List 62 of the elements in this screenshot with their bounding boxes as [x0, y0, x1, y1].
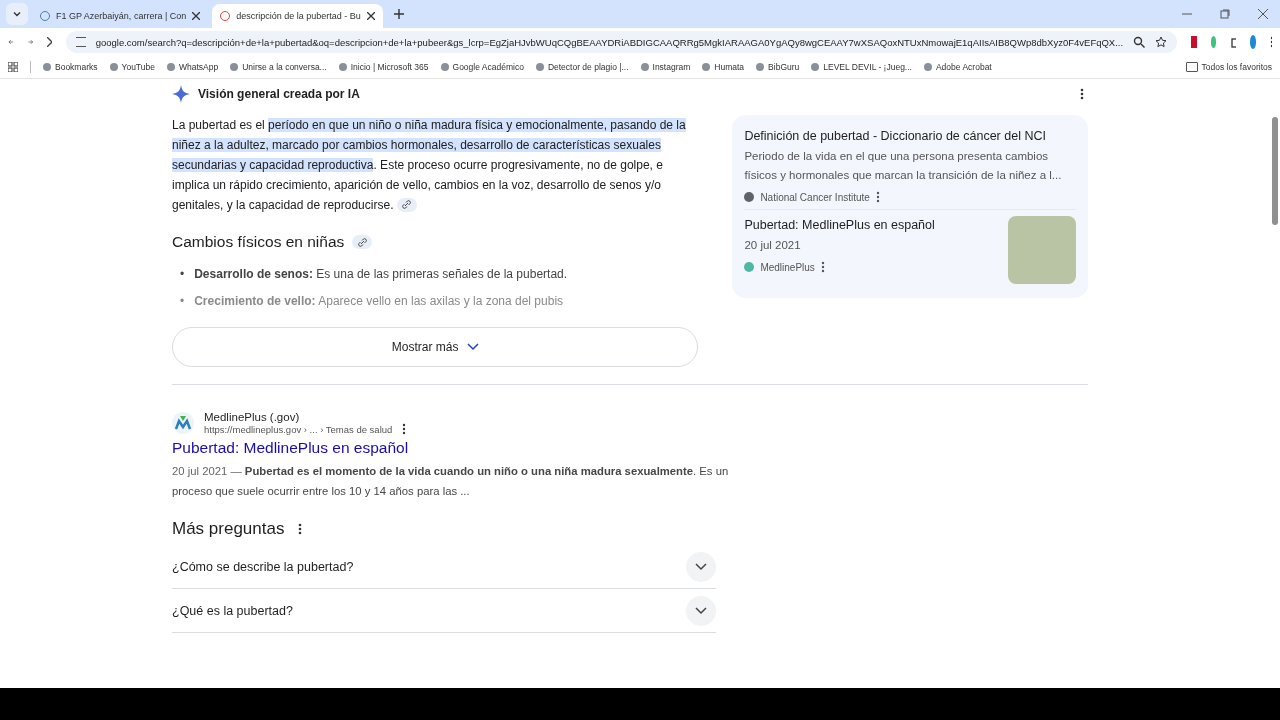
section-heading: Cambios físicos en niñas — [172, 233, 345, 251]
sparkle-icon — [172, 85, 190, 103]
bookmark-link[interactable]: Inicio | Microsoft 365 — [338, 62, 429, 72]
result-snippet: 20 jul 2021 — Pubertad es el momento de la vida cuando un niño o una niña madura sexualmente. Es un proceso que suele ocurrir entre los 10 y 14 años para las ... — [172, 464, 730, 499]
question-item[interactable]: ¿Qué es la pubertad? — [172, 589, 716, 633]
more-options-icon[interactable] — [402, 423, 407, 435]
star-icon — [1155, 36, 1168, 48]
bullet-mark: • — [180, 266, 185, 283]
all-bookmarks-link[interactable]: Todos los favoritos — [1185, 62, 1272, 72]
browser-tab[interactable]: descripción de la pubertad - Bu — [212, 4, 383, 28]
new-tab-icon[interactable] — [392, 8, 405, 20]
scrollbar-thumb[interactable] — [1272, 117, 1278, 225]
site-logo-icon — [744, 192, 755, 202]
close-tab-icon[interactable] — [192, 12, 201, 20]
bullet-mark: • — [180, 293, 185, 310]
source-title[interactable]: Pubertad: MedlinePlus en español — [744, 216, 1000, 234]
source-snippet: Periodo de la vida en el que una persona presenta cambios físicos y hormonales que marcan la transición de la niñez a l... — [744, 149, 1063, 183]
result-link[interactable]: Pubertad: MedlinePlus en español — [172, 439, 732, 457]
address-field[interactable]: google.com/search?q=descripción+de+la+pubertad&oq=descripcion+de+la+pubeer&gs_lcrp=EgZjaHJvbWUqCQgBEAAYDRiABDIGCAAQRRg5MgkIARAAGA0YgAQy8wgCEAAY7wXSAQoxNTUxNmowajE1qAIIsAIB8QWp8dbXyz0F4vEFqQX... — [65, 31, 1178, 53]
apps-grid-icon[interactable] — [8, 62, 18, 72]
close-icon[interactable] — [1258, 9, 1268, 19]
more-options-icon[interactable] — [820, 261, 825, 273]
bookmark-link[interactable]: Unirse a la conversa... — [230, 62, 327, 72]
site-logo-icon — [172, 412, 194, 434]
more-options-icon[interactable] — [298, 523, 303, 535]
result-url: https://medlineplus.gov › ... › Temas de salud — [204, 423, 393, 435]
section-heading: Más preguntas — [172, 519, 285, 539]
more-options-icon[interactable] — [875, 191, 880, 203]
close-tab-icon[interactable] — [366, 12, 375, 20]
restore-icon[interactable] — [1220, 9, 1230, 19]
overview-paragraph: La pubertad es el período en que un niño o niña madura física y emocionalmente, pasando de la niñez a la adultez, marcado por cambios hormonales, desarrollo de características sexuales secundarias y capacidad reproductiva. Este proceso ocurre progresivamente, no de golpe, e implica un rápido crecimiento, aparición de vello, cambios en la voz, desarrollo de senos y/o genitales, y la capacidad de reproducirse. — [172, 117, 687, 214]
site-name: MedlinePlus (.gov) — [204, 411, 301, 423]
bookmark-link[interactable]: BibGuru — [756, 62, 800, 72]
source-site: MedlinePlus — [760, 261, 815, 273]
bookmark-link[interactable]: Instagram — [640, 62, 691, 72]
show-more-button[interactable]: Mostrar más — [172, 327, 699, 367]
link-icon[interactable] — [396, 197, 417, 212]
bookmark-link[interactable]: YouTube — [109, 62, 155, 72]
bullet-text: Desarrollo de senos: Es una de las primeras señales de la pubertad. — [194, 266, 568, 283]
profile-avatar[interactable] — [1249, 35, 1257, 49]
bookmark-link[interactable]: Detector de plagio |... — [535, 62, 629, 72]
browser-tab[interactable]: F1 GP Azerbaiyán, carrera | Con — [32, 4, 209, 28]
bookmark-link[interactable]: WhatsApp — [166, 62, 219, 72]
ai-overview-title: Visión general creada por IA — [198, 87, 360, 101]
question-item[interactable]: ¿Cómo se describe la pubertad? — [172, 545, 716, 589]
bookmark-link[interactable]: LEVEL DEVIL - ¡Jueg... — [811, 62, 912, 72]
photo-placeholder — [1008, 216, 1076, 284]
source-title[interactable]: Definición de pubertad - Diccionario de cáncer del NCI — [744, 127, 1076, 145]
bookmark-link[interactable]: Humata — [702, 62, 745, 72]
source-site: National Cancer Institute — [760, 191, 870, 203]
more-options-icon[interactable] — [1080, 88, 1084, 100]
source-snippet: 20 jul 2021 — [744, 238, 802, 253]
chevron-down-icon — [466, 343, 479, 351]
bullet-text: Crecimiento de vello: Aparece vello en las axilas y la zona del pubis — [194, 293, 564, 310]
menu-icon[interactable] — [1270, 36, 1273, 48]
bookmark-link[interactable]: Google Académico — [440, 62, 524, 72]
bookmark-link[interactable]: Bookmarks — [43, 62, 98, 72]
link-icon[interactable] — [352, 235, 373, 249]
zoom-icon — [1133, 36, 1146, 48]
bookmark-link[interactable]: Adobe Acrobat — [923, 62, 992, 72]
site-logo-icon — [744, 262, 755, 272]
tab-list-icon[interactable] — [6, 3, 28, 25]
